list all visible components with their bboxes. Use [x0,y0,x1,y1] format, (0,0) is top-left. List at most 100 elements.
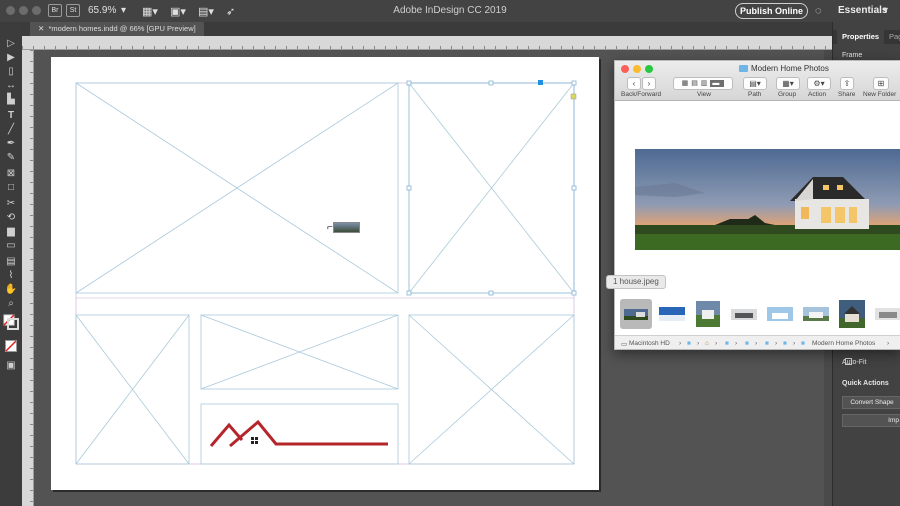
zoom-tool-icon[interactable]: ⌕ [3,298,19,310]
lightbulb-icon[interactable]: ◌ [815,5,822,17]
finder-titlebar: Modern Home Photos ‹ › ▦▤▥ ▬ ▤▾ ▦▾ ⚙▾ ⇪ ⊞… [615,61,900,101]
zoom-level[interactable]: 65.9% [88,5,116,16]
thumbnail-8[interactable] [873,299,900,329]
rectangle-tool-icon[interactable]: □ [3,182,19,194]
direct-selection-tool-icon[interactable]: ▶ [3,52,19,64]
folder-icon[interactable]: ■ [725,340,729,347]
hand-tool-icon[interactable]: ✋ [3,284,19,296]
finder-title: Modern Home Photos [751,64,829,73]
image-frame-large[interactable] [76,83,398,293]
path-item-modern-home-photos[interactable]: Modern Home Photos [812,340,875,347]
folder-icon[interactable]: ■ [765,340,769,347]
share-button[interactable]: ⇪ [840,77,854,90]
finder-path-bar: ▭ Macintosh HD › ■ › ⌂ › ■ › ■ › ■ › ■ ›… [615,335,900,349]
share-label: Share [838,91,856,98]
path-label: Path [748,91,762,98]
screen-mode-icon[interactable]: ▣ [3,360,19,372]
panel-tab-bar: Properties Pag [833,30,900,44]
filename-tooltip: 1 house.jpeg [606,275,666,289]
pen-tool-icon[interactable]: ✒ [3,138,19,150]
page-tool-icon[interactable]: ▯ [3,66,19,78]
quick-actions-label: Quick Actions [842,380,889,387]
content-collector-icon[interactable]: ▙ [3,94,19,106]
chevron-right-icon: › [735,340,738,347]
chevron-right-icon: › [715,340,718,347]
folder-icon[interactable]: ■ [745,340,749,347]
free-transform-tool-icon[interactable]: ⟲ [3,212,19,224]
finder-window: Modern Home Photos ‹ › ▦▤▥ ▬ ▤▾ ▦▾ ⚙▾ ⇪ ⊞… [614,60,900,350]
pencil-tool-icon[interactable]: ✎ [3,152,19,164]
chevron-down-icon[interactable]: ▾ [121,5,126,16]
tab-pages[interactable]: Pag [889,30,900,44]
type-tool-icon[interactable]: T [3,110,19,122]
gap-tool-icon[interactable]: ↔ [3,80,19,92]
minimize-window-button[interactable] [19,6,28,15]
chevron-right-icon: › [697,340,700,347]
chevron-right-icon: › [679,340,682,347]
image-frame-selected[interactable] [409,83,574,293]
note-tool-icon[interactable]: ▤ [3,256,19,268]
view-mode-segmented[interactable]: ▦▤▥ ▬ [673,77,733,90]
publish-rocket-icon[interactable]: ➶ [226,5,235,18]
tab-properties[interactable]: Properties [837,30,885,44]
rectangle-frame-tool-icon[interactable]: ⊠ [3,168,19,180]
zoom-window-button[interactable] [32,6,41,15]
thumbnail-4[interactable] [729,299,759,329]
arrange-documents-icon[interactable]: ▤▾ [198,5,214,18]
selection-tool-icon[interactable]: ▷ [3,38,19,50]
chevron-right-icon: › [775,340,778,347]
chevron-down-icon[interactable]: ▾ [883,5,888,16]
folder-icon[interactable]: ■ [801,340,805,347]
view-options-icon[interactable]: ▦▾ [142,5,158,18]
thumbnail-6[interactable] [801,299,831,329]
document-tab[interactable]: ✕ *modern homes.indd @ 66% [GPU Preview] [30,22,204,36]
new-folder-button[interactable]: ⊞ [873,77,889,90]
workspace-switcher[interactable]: Essentials [838,5,887,16]
path-button[interactable]: ▤▾ [743,77,767,90]
group-label: Group [778,91,797,98]
place-cursor-icon: ⌐ [327,222,333,233]
finder-minimize-button[interactable] [633,65,641,73]
screen-mode-icon[interactable]: ▣▾ [170,5,186,18]
group-button[interactable]: ▦▾ [776,77,800,90]
path-item-macintosh-hd[interactable]: Macintosh HD [629,340,670,347]
image-frame-bottom-left[interactable] [76,315,189,464]
close-icon[interactable]: ✕ [38,24,44,33]
bridge-button[interactable]: Br [48,4,62,17]
indesign-window: Br St 65.9% ▾ ▦▾ ▣▾ ▤▾ ➶ Adobe InDesign … [0,0,900,506]
chevron-right-icon: › [755,340,758,347]
action-button[interactable]: ⚙▾ [807,77,831,90]
vertical-ruler[interactable] [22,50,34,506]
thumbnail-2[interactable] [657,299,687,329]
auto-fit-checkbox[interactable] [845,358,852,365]
disk-icon: ▭ [621,341,628,348]
thumbnail-7[interactable] [837,299,867,329]
dragged-image-thumbnail [333,222,360,233]
close-window-button[interactable] [6,6,15,15]
gradient-swatch-tool-icon[interactable]: ▆ [3,226,19,238]
line-tool-icon[interactable]: ╱ [3,124,19,136]
eyedropper-tool-icon[interactable]: ⌇ [3,270,19,282]
folder-icon[interactable]: ■ [687,340,691,347]
home-icon[interactable]: ⌂ [705,340,709,347]
folder-icon[interactable]: ■ [783,340,787,347]
thumbnail-1-house[interactable] [620,299,652,329]
apply-none-icon[interactable] [3,340,19,352]
thumbnail-5[interactable] [765,299,795,329]
horizontal-ruler[interactable] [22,36,832,50]
convert-shape-button[interactable]: Convert Shape [842,396,900,409]
fill-stroke-swatch-icon[interactable] [3,314,19,330]
import-button[interactable]: Imp [842,414,900,427]
gradient-feather-tool-icon[interactable]: ▭ [3,240,19,252]
forward-button[interactable]: › [642,77,656,90]
finder-zoom-button[interactable] [645,65,653,73]
scissors-tool-icon[interactable]: ✂ [3,198,19,210]
thumbnail-3[interactable] [693,299,723,329]
image-frame-bottom-right[interactable] [409,315,574,464]
publish-online-button[interactable]: Publish Online [735,3,808,19]
image-frame-bottom-middle[interactable] [201,315,398,389]
logo-frame[interactable] [201,404,398,464]
stock-button[interactable]: St [66,4,80,17]
finder-close-button[interactable] [621,65,629,73]
back-button[interactable]: ‹ [627,77,641,90]
